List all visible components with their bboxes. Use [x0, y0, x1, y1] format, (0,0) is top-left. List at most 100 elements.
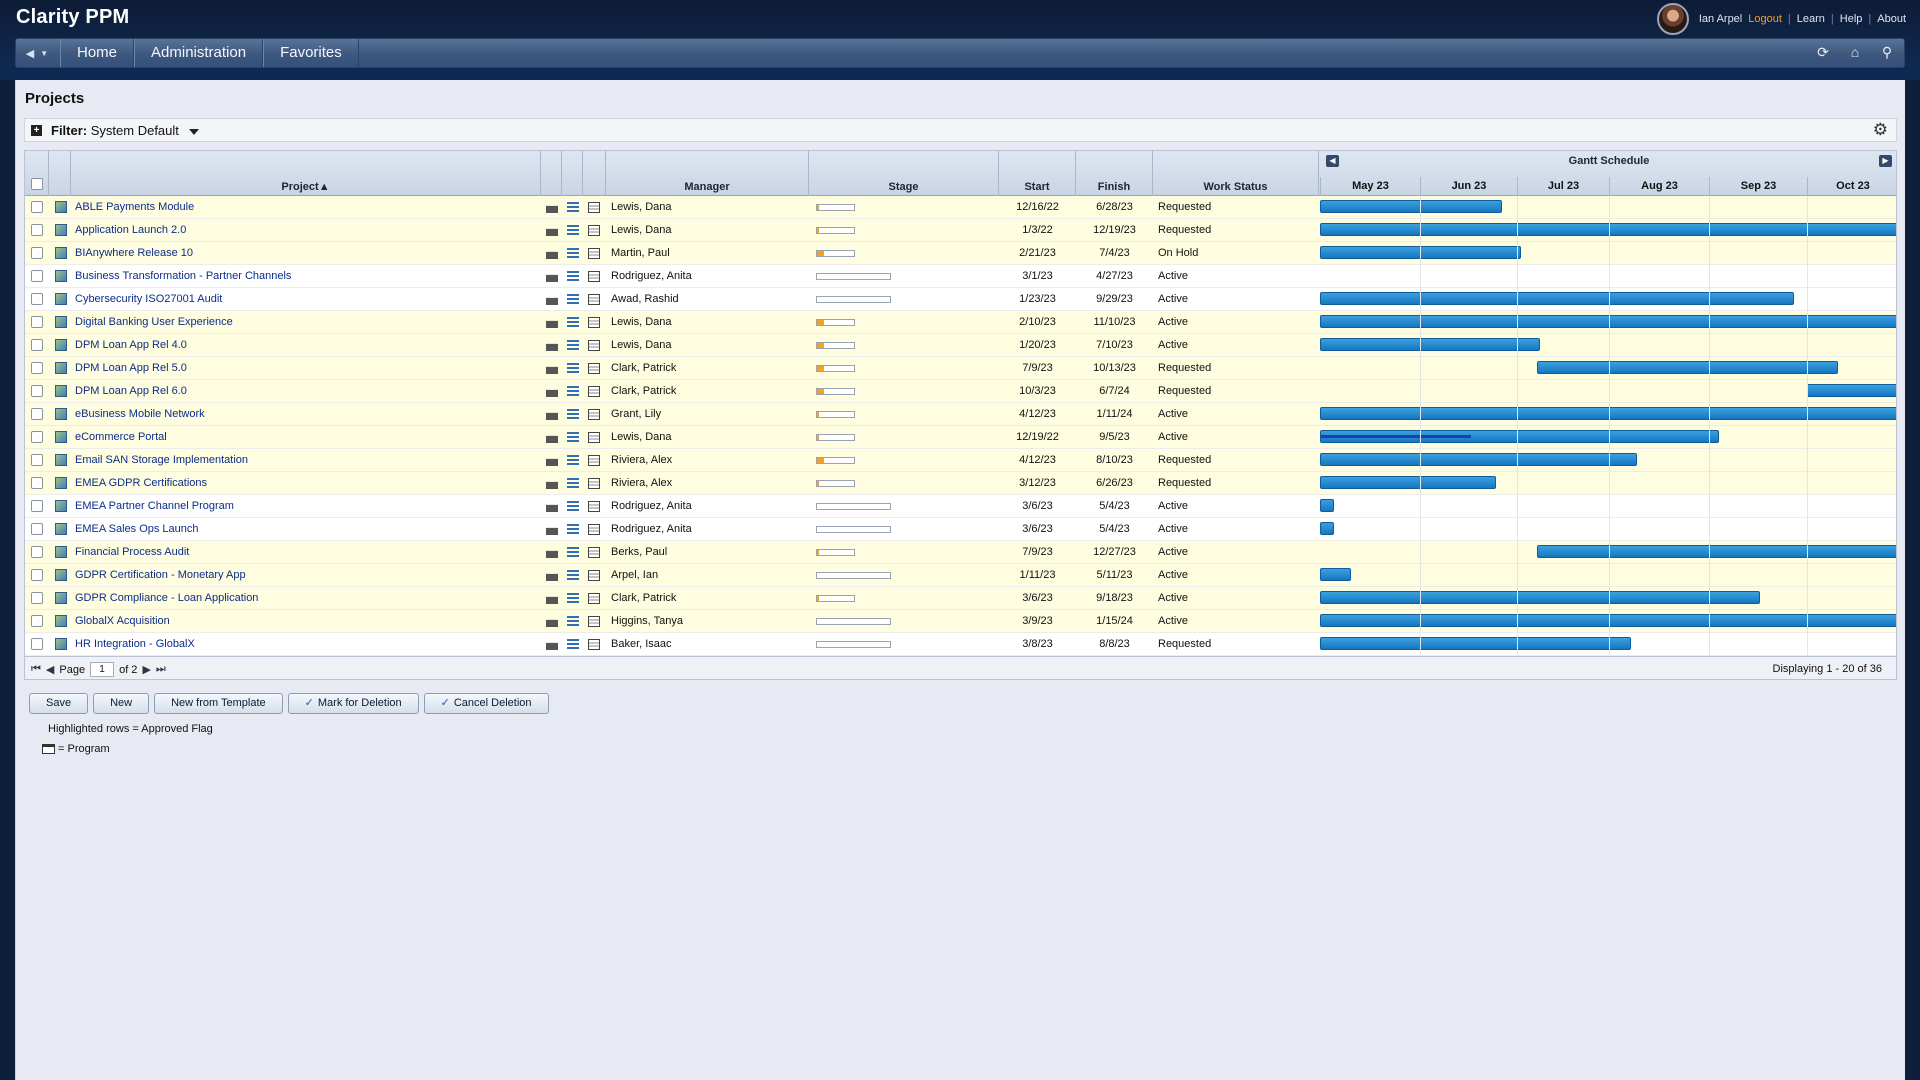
properties-icon[interactable] — [588, 570, 600, 581]
table-row[interactable]: Email SAN Storage Implementation Riviera,… — [25, 449, 1896, 472]
lock-icon[interactable] — [546, 251, 558, 259]
project-link[interactable]: EMEA GDPR Certifications — [75, 472, 535, 495]
project-link[interactable]: DPM Loan App Rel 6.0 — [75, 380, 535, 403]
tasks-icon[interactable] — [567, 478, 579, 489]
table-row[interactable]: GDPR Compliance - Loan Application Clark,… — [25, 587, 1896, 610]
work-status-column-header[interactable]: Work Status — [1153, 151, 1319, 196]
properties-icon[interactable] — [588, 639, 600, 650]
lock-icon[interactable] — [546, 550, 558, 558]
table-row[interactable]: DPM Loan App Rel 4.0 Lewis, Dana 1/20/23 7/… — [25, 334, 1896, 357]
tasks-icon[interactable] — [567, 639, 579, 650]
tasks-icon[interactable] — [567, 616, 579, 627]
row-checkbox[interactable] — [31, 546, 43, 558]
gantt-bar[interactable] — [1320, 568, 1352, 581]
tasks-icon[interactable] — [567, 271, 579, 282]
lock-icon[interactable] — [546, 297, 558, 305]
table-row[interactable]: DPM Loan App Rel 6.0 Clark, Patrick 10/3/2… — [25, 380, 1896, 403]
table-row[interactable]: Cybersecurity ISO27001 Audit Awad, Rashid… — [25, 288, 1896, 311]
row-checkbox[interactable] — [31, 615, 43, 627]
tasks-icon[interactable] — [567, 386, 579, 397]
stage-column-header[interactable]: Stage — [809, 151, 999, 196]
about-link[interactable]: About — [1877, 13, 1906, 25]
tasks-icon[interactable] — [567, 294, 579, 305]
tasks-icon[interactable] — [567, 317, 579, 328]
tasks-icon[interactable] — [567, 340, 579, 351]
lock-icon[interactable] — [546, 366, 558, 374]
table-row[interactable]: eBusiness Mobile Network Grant, Lily 4/12/… — [25, 403, 1896, 426]
manager-column-header[interactable]: Manager — [606, 151, 809, 196]
tasks-icon[interactable] — [567, 570, 579, 581]
row-checkbox[interactable] — [31, 477, 43, 489]
project-link[interactable]: EMEA Sales Ops Launch — [75, 518, 535, 541]
table-row[interactable]: ABLE Payments Module Lewis, Dana 12/16/22 6… — [25, 196, 1896, 219]
row-checkbox[interactable] — [31, 224, 43, 236]
lock-icon[interactable] — [546, 412, 558, 420]
project-link[interactable]: Digital Banking User Experience — [75, 311, 535, 334]
properties-icon[interactable] — [588, 593, 600, 604]
help-link[interactable]: Help — [1840, 13, 1863, 25]
tasks-icon[interactable] — [567, 248, 579, 259]
tasks-icon[interactable] — [567, 524, 579, 535]
row-checkbox[interactable] — [31, 454, 43, 466]
project-link[interactable]: GlobalX Acquisition — [75, 610, 535, 633]
row-checkbox[interactable] — [31, 316, 43, 328]
lock-icon[interactable] — [546, 274, 558, 282]
properties-icon[interactable] — [588, 478, 600, 489]
lock-icon[interactable] — [546, 343, 558, 351]
table-row[interactable]: DPM Loan App Rel 5.0 Clark, Patrick 7/9/23… — [25, 357, 1896, 380]
gantt-bar[interactable] — [1536, 545, 1896, 558]
tab-home[interactable]: Home — [60, 39, 135, 67]
table-row[interactable]: Financial Process Audit Berks, Paul 7/9/23… — [25, 541, 1896, 564]
row-checkbox[interactable] — [31, 638, 43, 650]
last-page-icon[interactable]: ⏭ — [156, 663, 166, 676]
lock-icon[interactable] — [546, 435, 558, 443]
row-checkbox[interactable] — [31, 339, 43, 351]
project-link[interactable]: GDPR Compliance - Loan Application — [75, 587, 535, 610]
properties-icon[interactable] — [588, 340, 600, 351]
tab-favorites[interactable]: Favorites — [263, 39, 359, 67]
row-checkbox[interactable] — [31, 408, 43, 420]
gantt-bar[interactable] — [1320, 591, 1760, 604]
tasks-icon[interactable] — [567, 225, 579, 236]
tasks-icon[interactable] — [567, 455, 579, 466]
properties-icon[interactable] — [588, 202, 600, 213]
refresh-icon[interactable]: ⟳ — [1814, 43, 1832, 61]
gantt-bar[interactable] — [1536, 361, 1839, 374]
gantt-bar[interactable] — [1320, 453, 1638, 466]
properties-icon[interactable] — [588, 386, 600, 397]
next-page-icon[interactable]: ▶ — [142, 663, 150, 676]
mark-for-deletion-button[interactable]: ✓ Mark for Deletion — [287, 693, 419, 714]
save-button[interactable]: Save — [29, 693, 89, 714]
back-button[interactable]: ◀ ▼ — [20, 43, 54, 63]
properties-icon[interactable] — [588, 547, 600, 558]
gantt-bar[interactable] — [1806, 384, 1896, 397]
new-from-template-button[interactable]: New from Template — [154, 693, 283, 714]
project-link[interactable]: EMEA Partner Channel Program — [75, 495, 535, 518]
lock-icon[interactable] — [546, 320, 558, 328]
properties-icon[interactable] — [588, 271, 600, 282]
row-checkbox[interactable] — [31, 362, 43, 374]
row-checkbox[interactable] — [31, 592, 43, 604]
tasks-icon[interactable] — [567, 432, 579, 443]
row-checkbox[interactable] — [31, 270, 43, 282]
row-checkbox[interactable] — [31, 201, 43, 213]
table-row[interactable]: EMEA GDPR Certifications Riviera, Alex 3/1… — [25, 472, 1896, 495]
finish-column-header[interactable]: Finish — [1076, 151, 1153, 196]
tasks-icon[interactable] — [567, 409, 579, 420]
table-row[interactable]: Business Transformation - Partner Channe… — [25, 265, 1896, 288]
logout-link[interactable]: Logout — [1748, 13, 1782, 25]
lock-icon[interactable] — [546, 527, 558, 535]
lock-icon[interactable] — [546, 389, 558, 397]
row-checkbox[interactable] — [31, 385, 43, 397]
table-row[interactable]: HR Integration - GlobalX Baker, Isaac 3/8/… — [25, 633, 1896, 656]
project-link[interactable]: Business Transformation - Partner Channe… — [75, 265, 535, 288]
table-row[interactable]: GlobalX Acquisition Higgins, Tanya 3/9/23 1… — [25, 610, 1896, 633]
gantt-bar[interactable] — [1320, 476, 1496, 489]
tasks-icon[interactable] — [567, 501, 579, 512]
project-link[interactable]: HR Integration - GlobalX — [75, 633, 535, 656]
lock-icon[interactable] — [546, 228, 558, 236]
learn-link[interactable]: Learn — [1797, 13, 1825, 25]
first-page-icon[interactable]: ⏮ — [31, 663, 41, 676]
project-column-header[interactable]: Project▲ — [71, 151, 541, 196]
properties-icon[interactable] — [588, 455, 600, 466]
